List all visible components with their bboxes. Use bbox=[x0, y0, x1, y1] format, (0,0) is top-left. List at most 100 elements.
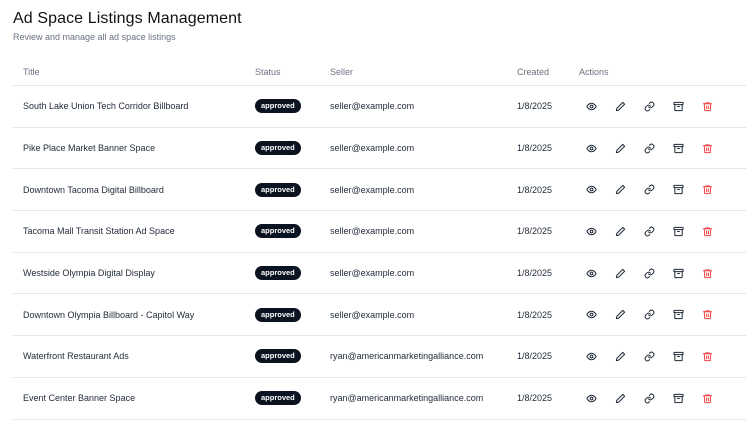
delete-button[interactable] bbox=[700, 224, 714, 238]
trash-icon bbox=[702, 184, 713, 195]
link-icon bbox=[644, 268, 655, 279]
edit-button[interactable] bbox=[613, 141, 627, 155]
archive-button[interactable] bbox=[671, 224, 685, 238]
status-badge: approved bbox=[255, 391, 301, 406]
delete-button[interactable] bbox=[700, 183, 714, 197]
link-icon bbox=[644, 393, 655, 404]
link-button[interactable] bbox=[642, 308, 656, 322]
view-button[interactable] bbox=[584, 391, 598, 405]
column-header-seller: Seller bbox=[330, 67, 354, 77]
eye-icon bbox=[585, 101, 597, 112]
link-button[interactable] bbox=[642, 266, 656, 280]
seller-email: ryan@americanmarketingalliance.com bbox=[330, 351, 484, 362]
link-button[interactable] bbox=[642, 224, 656, 238]
edit-button[interactable] bbox=[613, 224, 627, 238]
eye-icon bbox=[585, 226, 597, 237]
eye-icon bbox=[585, 184, 597, 195]
listing-title: Downtown Olympia Billboard - Capitol Way bbox=[23, 309, 195, 320]
seller-email: ryan@americanmarketingalliance.com bbox=[330, 393, 484, 404]
delete-button[interactable] bbox=[700, 308, 714, 322]
pencil-icon bbox=[615, 226, 626, 237]
page-subtitle: Review and manage all ad space listings bbox=[13, 32, 176, 42]
trash-icon bbox=[702, 309, 713, 320]
edit-button[interactable] bbox=[613, 266, 627, 280]
seller-email: seller@example.com bbox=[330, 143, 415, 154]
archive-button[interactable] bbox=[671, 308, 685, 322]
table-row: Event Center Banner Space approved ryan@am… bbox=[13, 378, 746, 420]
delete-button[interactable] bbox=[700, 99, 714, 113]
eye-icon bbox=[585, 393, 597, 404]
view-button[interactable] bbox=[584, 183, 598, 197]
view-button[interactable] bbox=[584, 266, 598, 280]
status-cell: approved bbox=[255, 182, 301, 197]
delete-button[interactable] bbox=[700, 266, 714, 280]
view-button[interactable] bbox=[584, 349, 598, 363]
seller-email: seller@example.com bbox=[330, 184, 415, 195]
link-icon bbox=[644, 351, 655, 362]
status-cell: approved bbox=[255, 141, 301, 156]
link-icon bbox=[644, 184, 655, 195]
row-actions bbox=[583, 141, 723, 155]
created-date: 1/8/2025 bbox=[517, 143, 553, 154]
view-button[interactable] bbox=[584, 99, 598, 113]
eye-icon bbox=[585, 351, 597, 362]
table-row: Downtown Olympia Billboard - Capitol Way… bbox=[13, 294, 746, 337]
edit-button[interactable] bbox=[613, 308, 627, 322]
status-cell: approved bbox=[255, 99, 301, 114]
view-button[interactable] bbox=[584, 224, 598, 238]
created-date: 1/8/2025 bbox=[517, 268, 553, 279]
status-badge: approved bbox=[255, 349, 301, 364]
archive-button[interactable] bbox=[671, 99, 685, 113]
listing-title: Westside Olympia Digital Display bbox=[23, 268, 155, 279]
seller-email: seller@example.com bbox=[330, 101, 415, 112]
delete-button[interactable] bbox=[700, 141, 714, 155]
link-button[interactable] bbox=[642, 99, 656, 113]
created-date: 1/8/2025 bbox=[517, 351, 553, 362]
column-header-status: Status bbox=[255, 67, 281, 77]
link-button[interactable] bbox=[642, 141, 656, 155]
delete-button[interactable] bbox=[700, 391, 714, 405]
row-actions bbox=[583, 349, 723, 363]
delete-button[interactable] bbox=[700, 349, 714, 363]
view-button[interactable] bbox=[584, 141, 598, 155]
archive-button[interactable] bbox=[671, 391, 685, 405]
trash-icon bbox=[702, 143, 713, 154]
table-row: Downtown Tacoma Digital Billboard approve… bbox=[13, 169, 746, 212]
pencil-icon bbox=[615, 268, 626, 279]
created-date: 1/8/2025 bbox=[517, 184, 553, 195]
status-badge: approved bbox=[255, 99, 301, 114]
trash-icon bbox=[702, 101, 713, 112]
view-button[interactable] bbox=[584, 308, 598, 322]
archive-button[interactable] bbox=[671, 266, 685, 280]
edit-button[interactable] bbox=[613, 349, 627, 363]
column-header-title: Title bbox=[23, 67, 40, 77]
link-button[interactable] bbox=[642, 391, 656, 405]
row-actions bbox=[583, 308, 723, 322]
column-header-actions: Actions bbox=[579, 67, 609, 77]
pencil-icon bbox=[615, 143, 626, 154]
pencil-icon bbox=[615, 101, 626, 112]
archive-icon bbox=[672, 351, 684, 362]
created-date: 1/8/2025 bbox=[517, 226, 553, 237]
link-icon bbox=[644, 226, 655, 237]
link-button[interactable] bbox=[642, 349, 656, 363]
archive-icon bbox=[672, 101, 684, 112]
trash-icon bbox=[702, 393, 713, 404]
status-cell: approved bbox=[255, 266, 301, 281]
listing-title: Pike Place Market Banner Space bbox=[23, 143, 156, 154]
listing-title: Event Center Banner Space bbox=[23, 393, 136, 404]
archive-button[interactable] bbox=[671, 183, 685, 197]
table-body: South Lake Union Tech Corridor Billboard… bbox=[13, 86, 746, 420]
table-row: Pike Place Market Banner Space approved se… bbox=[13, 128, 746, 170]
archive-button[interactable] bbox=[671, 349, 685, 363]
link-button[interactable] bbox=[642, 183, 656, 197]
edit-button[interactable] bbox=[613, 99, 627, 113]
edit-button[interactable] bbox=[613, 183, 627, 197]
status-badge: approved bbox=[255, 307, 301, 322]
status-cell: approved bbox=[255, 349, 301, 364]
status-badge: approved bbox=[255, 266, 301, 281]
status-cell: approved bbox=[255, 224, 301, 239]
archive-icon bbox=[672, 268, 684, 279]
edit-button[interactable] bbox=[613, 391, 627, 405]
archive-button[interactable] bbox=[671, 141, 685, 155]
